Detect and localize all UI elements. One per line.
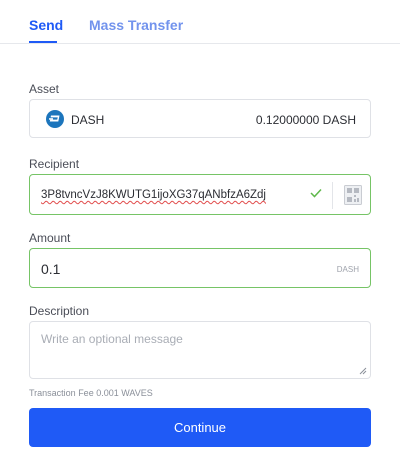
field-divider xyxy=(332,182,333,209)
recipient-field[interactable]: 3P8tvncVzJ8KWUTG1ijoXG37qANbfzA6Zdj xyxy=(29,174,371,215)
description-field[interactable] xyxy=(29,321,371,379)
asset-select[interactable]: DASH 0.12000000 DASH xyxy=(29,99,371,138)
recipient-input[interactable]: 3P8tvncVzJ8KWUTG1ijoXG37qANbfzA6Zdj xyxy=(41,189,266,201)
description-label: Description xyxy=(29,304,90,318)
qr-scan-icon[interactable] xyxy=(344,185,362,205)
amount-input[interactable]: 0.1 xyxy=(41,261,60,277)
tab-mass-transfer[interactable]: Mass Transfer xyxy=(89,17,183,33)
check-icon xyxy=(310,188,322,198)
recipient-label: Recipient xyxy=(29,157,80,171)
dash-icon xyxy=(46,110,64,128)
amount-label: Amount xyxy=(29,231,71,245)
tab-bar: Send Mass Transfer xyxy=(0,0,400,44)
amount-unit: DASH xyxy=(336,265,359,274)
amount-field[interactable]: 0.1 DASH xyxy=(29,248,371,288)
tab-send[interactable]: Send xyxy=(29,17,63,33)
asset-balance: 0.12000000 DASH xyxy=(255,113,356,127)
description-input[interactable] xyxy=(30,322,370,378)
transaction-fee: Transaction Fee 0.001 WAVES xyxy=(29,388,153,398)
active-tab-indicator xyxy=(29,41,57,43)
resize-grip-icon[interactable] xyxy=(359,367,367,375)
asset-name: DASH xyxy=(71,113,105,127)
asset-label: Asset xyxy=(29,82,60,96)
continue-button[interactable]: Continue xyxy=(29,408,371,447)
